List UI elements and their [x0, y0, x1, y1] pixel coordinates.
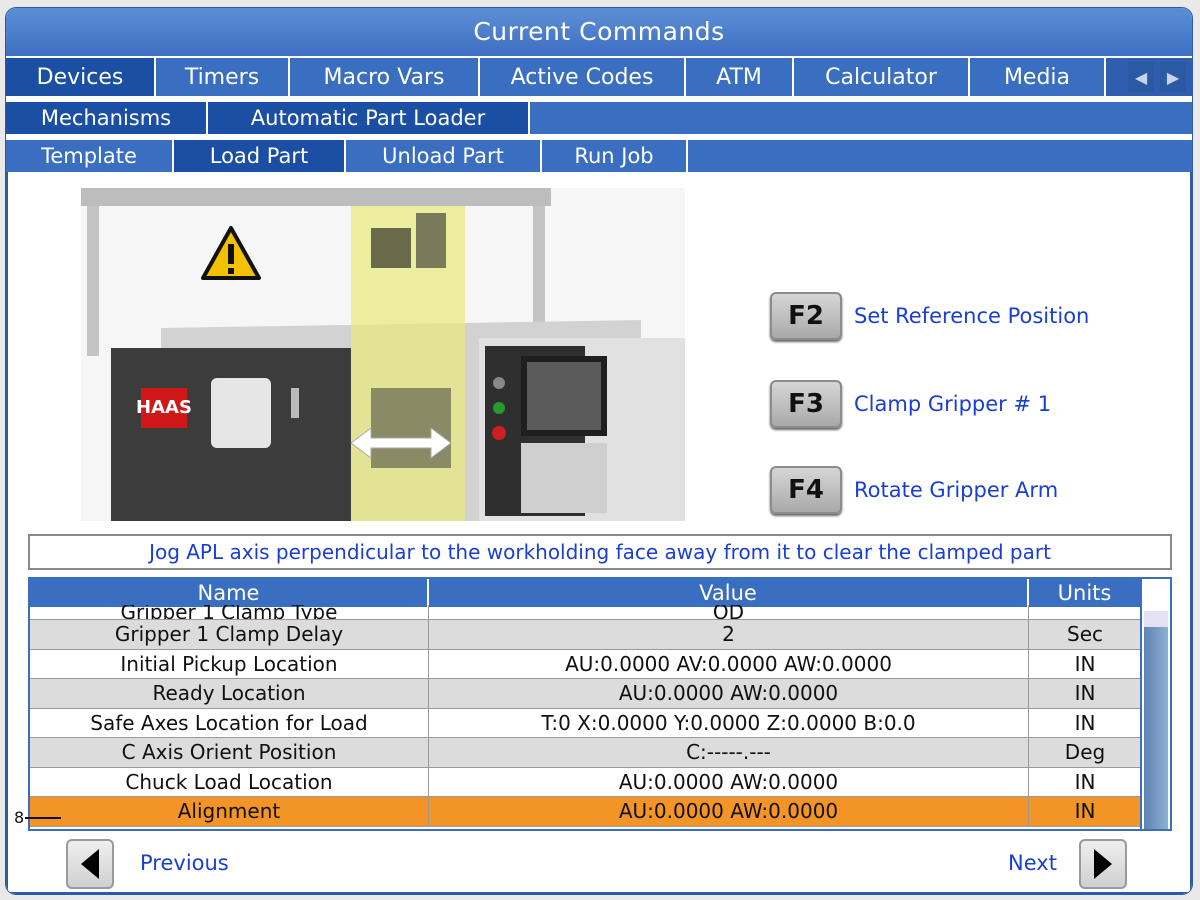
table-row[interactable]: Safe Axes Location for Load T:0 X:0.0000…	[30, 708, 1142, 738]
row-value: C:-----.---	[429, 738, 1029, 767]
row-units: IN	[1029, 797, 1142, 826]
table-row[interactable]: Chuck Load Location AU:0.0000 AW:0.0000 …	[30, 767, 1142, 797]
tab-automatic-part-loader[interactable]: Automatic Part Loader	[208, 102, 530, 134]
row-value: 2	[429, 620, 1029, 649]
parameter-table: Name Value Units Gripper 1 Clamp Type OD…	[28, 577, 1172, 831]
callout-line	[25, 817, 61, 819]
row-value: AU:0.0000 AW:0.0000	[429, 767, 1029, 796]
row-name: C Axis Orient Position	[30, 738, 429, 767]
table-row[interactable]: Ready Location AU:0.0000 AW:0.0000 IN	[30, 679, 1142, 709]
row-value: AU:0.0000 AV:0.0000 AW:0.0000	[429, 649, 1029, 678]
row-units: IN	[1029, 649, 1142, 678]
row-name: Initial Pickup Location	[30, 649, 429, 678]
table-rows: Gripper 1 Clamp Type OD Gripper 1 Clamp …	[30, 605, 1142, 827]
header-units: Units	[1029, 579, 1142, 607]
previous-button[interactable]	[66, 839, 114, 889]
scrollbar-thumb[interactable]	[1144, 611, 1168, 627]
tab-row-apl: Template Load Part Unload Part Run Job	[6, 140, 1192, 172]
next-label[interactable]: Next	[1008, 851, 1057, 875]
tab-mechanisms[interactable]: Mechanisms	[6, 102, 208, 134]
row-units: Sec	[1029, 620, 1142, 649]
tab-scroll-controls: ◀ ▶	[1128, 58, 1192, 96]
arrow-left-icon	[81, 849, 99, 879]
tab-unload-part[interactable]: Unload Part	[346, 140, 542, 172]
row-value: OD	[429, 605, 1029, 619]
table-row[interactable]: Gripper 1 Clamp Type OD	[30, 605, 1142, 620]
table-header: Name Value Units	[30, 579, 1170, 607]
tab-template[interactable]: Template	[6, 140, 174, 172]
row-units: IN	[1029, 679, 1142, 708]
tab-media[interactable]: Media	[970, 58, 1106, 96]
tab-row-main: Devices Timers Macro Vars Active Codes A…	[6, 58, 1192, 96]
tab-load-part[interactable]: Load Part	[174, 140, 346, 172]
scrollbar-track[interactable]	[1144, 627, 1168, 829]
table-scrollbar[interactable]	[1140, 579, 1170, 829]
arrow-right-icon	[1094, 849, 1112, 879]
table-row-selected[interactable]: Alignment AU:0.0000 AW:0.0000 IN	[30, 797, 1142, 827]
tab-atm[interactable]: ATM	[686, 58, 794, 96]
tab-calculator[interactable]: Calculator	[794, 58, 970, 96]
table-row[interactable]: C Axis Orient Position C:-----.--- Deg	[30, 738, 1142, 768]
tab-devices[interactable]: Devices	[6, 58, 156, 96]
header-name: Name	[30, 579, 429, 607]
row-value: AU:0.0000 AW:0.0000	[429, 797, 1029, 826]
row-name: Alignment	[30, 797, 429, 826]
load-part-panel: HAAS F2 Set Reference Position F3 Clamp …	[6, 172, 1192, 894]
f2-label: Set Reference Position	[854, 304, 1090, 328]
row-units: IN	[1029, 767, 1142, 796]
tab-run-job[interactable]: Run Job	[542, 140, 688, 172]
instruction-hint: Jog APL axis perpendicular to the workho…	[28, 534, 1172, 570]
row-name: Ready Location	[30, 679, 429, 708]
window-title: Current Commands	[6, 8, 1192, 56]
tab-timers[interactable]: Timers	[156, 58, 290, 96]
tab-scroll-left-icon[interactable]: ◀	[1128, 62, 1154, 92]
row-value: AU:0.0000 AW:0.0000	[429, 679, 1029, 708]
row-value: T:0 X:0.0000 Y:0.0000 Z:0.0000 B:0.0	[429, 708, 1029, 737]
f2-key[interactable]: F2	[770, 292, 842, 340]
row-units: Deg	[1029, 738, 1142, 767]
header-value: Value	[429, 579, 1029, 607]
row-name: Safe Axes Location for Load	[30, 708, 429, 737]
tab-scroll-right-icon[interactable]: ▶	[1160, 62, 1186, 92]
f3-label: Clamp Gripper # 1	[854, 392, 1052, 416]
callout-number: 8	[14, 808, 25, 827]
row-name: Chuck Load Location	[30, 767, 429, 796]
row-units: IN	[1029, 708, 1142, 737]
f4-key[interactable]: F4	[770, 466, 842, 514]
tab-row-mechanisms: Mechanisms Automatic Part Loader	[6, 102, 1192, 134]
previous-label[interactable]: Previous	[140, 851, 229, 875]
row-name: Gripper 1 Clamp Type	[30, 605, 429, 619]
table-row[interactable]: Gripper 1 Clamp Delay 2 Sec	[30, 620, 1142, 650]
tab-active-codes[interactable]: Active Codes	[480, 58, 686, 96]
row-name: Gripper 1 Clamp Delay	[30, 620, 429, 649]
haas-logo: HAAS	[136, 397, 192, 418]
f4-label: Rotate Gripper Arm	[854, 478, 1059, 502]
next-button[interactable]	[1079, 839, 1127, 889]
table-row[interactable]: Initial Pickup Location AU:0.0000 AV:0.0…	[30, 649, 1142, 679]
current-commands-window: Current Commands Devices Timers Macro Va…	[6, 8, 1192, 894]
machine-illustration: HAAS	[81, 188, 685, 521]
tab-macro-vars[interactable]: Macro Vars	[290, 58, 480, 96]
f3-key[interactable]: F3	[770, 380, 842, 428]
